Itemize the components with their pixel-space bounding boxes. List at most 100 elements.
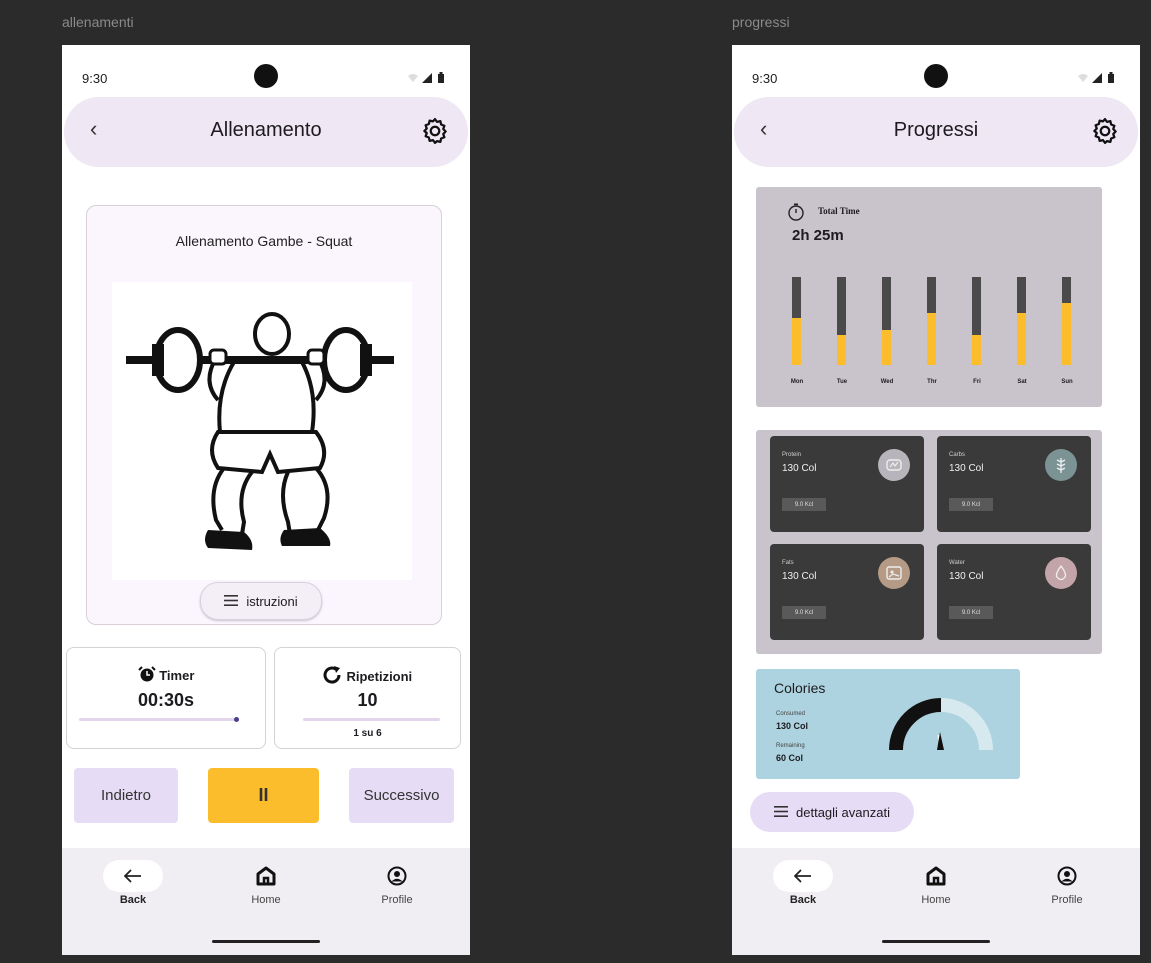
refresh-icon bbox=[323, 666, 347, 684]
repetitions-card: Ripetizioni 10 1 su 6 bbox=[274, 647, 461, 749]
nav-home-label: Home bbox=[251, 894, 281, 906]
bar-track-sat bbox=[1017, 277, 1026, 365]
bar-label-thr: Thr bbox=[927, 379, 937, 385]
timer-label: Timer bbox=[159, 668, 195, 683]
protein-icon bbox=[878, 449, 910, 481]
bar-track-wed bbox=[882, 277, 891, 365]
bar-label-fri: Fri bbox=[973, 379, 981, 385]
timer-card: Timer 00:30s bbox=[66, 647, 266, 749]
timer-value: 00:30s bbox=[137, 690, 195, 710]
calories-gauge bbox=[889, 698, 993, 751]
status-time: 9:30 bbox=[82, 71, 108, 86]
repetitions-header: Ripetizioni bbox=[275, 666, 460, 684]
bar-label-wed: Wed bbox=[880, 379, 894, 385]
previous-button[interactable]: Indietro bbox=[74, 768, 178, 823]
gauge-needle-head bbox=[937, 732, 944, 750]
page-title: Allenamento bbox=[210, 119, 322, 141]
macro-kcal-chip: 9.0 Kcl bbox=[949, 498, 993, 511]
macro-value: 130 Col bbox=[782, 463, 817, 474]
home-icon bbox=[231, 860, 301, 892]
timer-progress-bar[interactable] bbox=[79, 717, 239, 722]
profile-icon bbox=[362, 860, 432, 892]
advanced-details-button[interactable]: dettagli avanzati bbox=[750, 792, 914, 832]
bar-track-sun bbox=[1062, 277, 1071, 365]
total-time-label: Total Time bbox=[818, 206, 860, 216]
total-time-value: 2h 25m bbox=[792, 227, 844, 244]
nav-home[interactable]: Home bbox=[231, 860, 301, 906]
instructions-label: istruzioni bbox=[246, 593, 298, 609]
macro-kcal-chip: 9.0 Kcl bbox=[949, 606, 993, 619]
status-icons bbox=[1076, 71, 1120, 89]
water-drop-icon bbox=[1045, 557, 1077, 589]
bar-label-mon: Mon bbox=[790, 379, 804, 385]
top-app-bar: ‹ Allenamento bbox=[64, 97, 468, 167]
top-app-bar: ‹ Progressi bbox=[734, 97, 1138, 167]
macro-label: Water bbox=[949, 560, 965, 566]
frame-label-allenamenti: allenamenti bbox=[62, 14, 134, 30]
macro-card-carbs[interactable]: Carbs 130 Col 9.0 Kcl bbox=[937, 436, 1091, 532]
macros-panel: Protein 130 Col 9.0 Kcl Carbs 130 Col 9.0 Kcl… bbox=[756, 430, 1102, 654]
workout-screen: 9:30 ‹ Allenamento Allenamento Gambe - S… bbox=[62, 45, 470, 955]
bar-thr bbox=[927, 313, 936, 365]
settings-gear-icon[interactable] bbox=[420, 116, 450, 146]
bar-track-thr bbox=[927, 277, 936, 365]
bottom-navigation: Back Home Profile bbox=[732, 848, 1140, 955]
bar-sat bbox=[1017, 313, 1026, 365]
bar-fri bbox=[972, 335, 981, 365]
gesture-bar bbox=[882, 940, 990, 943]
menu-lines-icon bbox=[774, 805, 789, 820]
remaining-value: 60 Col bbox=[776, 753, 804, 763]
fats-icon bbox=[878, 557, 910, 589]
macro-card-water[interactable]: Water 130 Col 9.0 Kcl bbox=[937, 544, 1091, 640]
advanced-details-label: dettagli avanzati bbox=[796, 804, 890, 820]
bottom-navigation: Back Home Profile bbox=[62, 848, 470, 955]
calories-card: Colories Consumed 130 Col Remaining 60 C… bbox=[756, 669, 1020, 779]
signal-battery-icon bbox=[1078, 72, 1114, 83]
nav-back[interactable]: Back bbox=[98, 860, 168, 906]
nav-profile-label: Profile bbox=[1051, 894, 1083, 906]
macro-label: Carbs bbox=[949, 452, 966, 458]
exercise-card: Allenamento Gambe - Squat istruzioni bbox=[86, 205, 442, 625]
next-button[interactable]: Successivo bbox=[349, 768, 454, 823]
menu-lines-icon bbox=[224, 594, 239, 609]
macro-value: 130 Col bbox=[949, 463, 984, 474]
macro-card-protein[interactable]: Protein 130 Col 9.0 Kcl bbox=[770, 436, 924, 532]
total-time-card: Total Time 2h 25m Mon Tue Wed Thr Fri Sat Sun bbox=[756, 187, 1102, 407]
bar-track-tue bbox=[837, 277, 846, 365]
nav-profile[interactable]: Profile bbox=[362, 860, 432, 906]
macro-kcal-chip: 9.0 Kcl bbox=[782, 498, 826, 511]
nav-profile[interactable]: Profile bbox=[1032, 860, 1102, 906]
repetitions-progress-bar bbox=[303, 718, 440, 721]
calories-gauge-fill bbox=[889, 698, 942, 751]
bar-tue bbox=[837, 335, 846, 365]
profile-icon bbox=[1032, 860, 1102, 892]
macro-label: Protein bbox=[782, 452, 802, 458]
consumed-value: 130 Col bbox=[776, 721, 809, 731]
macro-value: 130 Col bbox=[949, 571, 984, 582]
stopwatch-icon bbox=[786, 203, 806, 226]
repetitions-value: 10 bbox=[357, 690, 378, 710]
settings-gear-icon[interactable] bbox=[1090, 116, 1120, 146]
macro-card-fats[interactable]: Fats 130 Col 9.0 Kcl bbox=[770, 544, 924, 640]
bar-label-sun: Sun bbox=[1061, 379, 1073, 385]
bar-wed bbox=[882, 330, 891, 365]
arrow-left-icon bbox=[773, 860, 833, 892]
nav-home-label: Home bbox=[921, 894, 951, 906]
macro-kcal-chip: 9.0 Kcl bbox=[782, 606, 826, 619]
bar-track-fri bbox=[972, 277, 981, 365]
wheat-icon bbox=[1045, 449, 1077, 481]
status-bar: 9:30 bbox=[62, 45, 470, 105]
nav-back[interactable]: Back bbox=[768, 860, 838, 906]
nav-back-label: Back bbox=[789, 894, 817, 906]
pause-button[interactable]: II bbox=[208, 768, 319, 823]
repetitions-label: Ripetizioni bbox=[346, 669, 413, 684]
consumed-label: Consumed bbox=[776, 711, 806, 717]
camera-cutout bbox=[924, 64, 948, 88]
status-icons bbox=[406, 71, 450, 89]
nav-home[interactable]: Home bbox=[901, 860, 971, 906]
instructions-button[interactable]: istruzioni bbox=[200, 582, 322, 620]
arrow-left-icon bbox=[103, 860, 163, 892]
bar-label-tue: Tue bbox=[836, 379, 848, 385]
squat-illustration bbox=[112, 282, 412, 580]
camera-cutout bbox=[254, 64, 278, 88]
